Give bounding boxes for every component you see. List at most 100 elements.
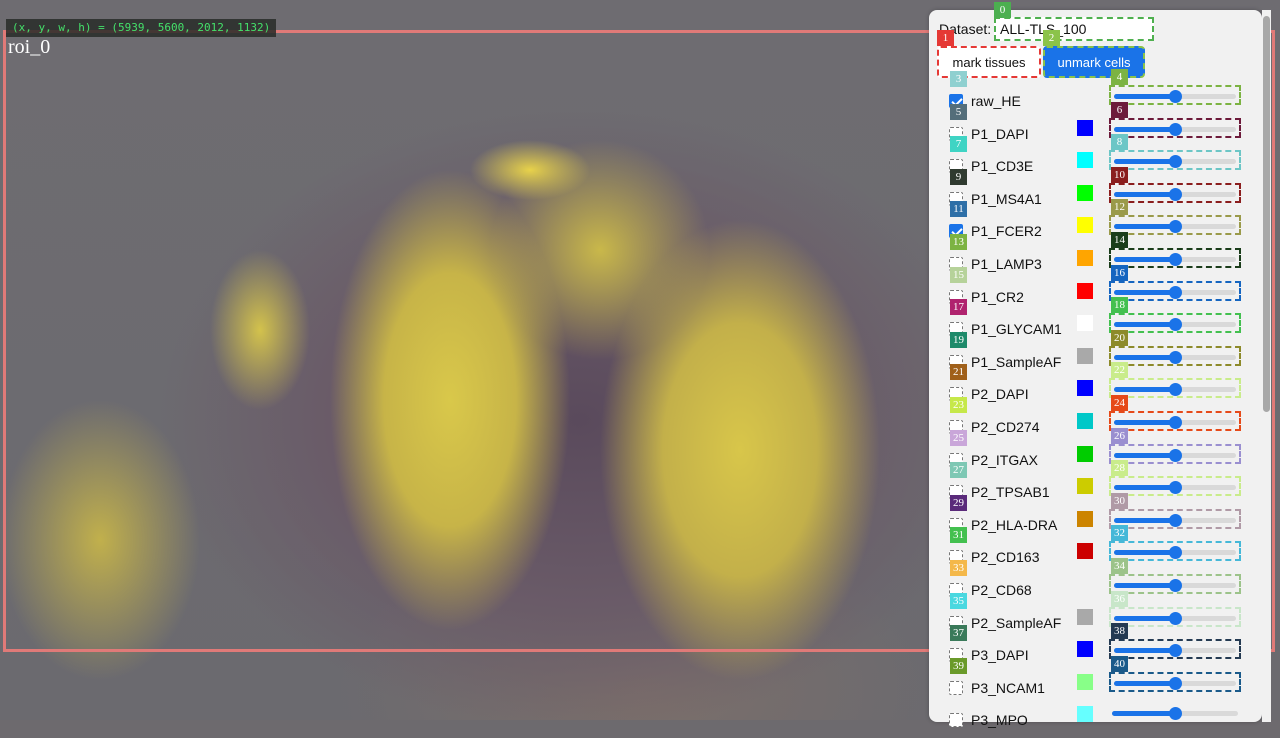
element-index-badge: 34 (1111, 558, 1128, 574)
channel-intensity-slider[interactable] (1109, 85, 1241, 105)
slider-thumb[interactable] (1169, 253, 1182, 266)
slider-thumb[interactable] (1169, 220, 1182, 233)
channel-color-swatch[interactable] (1077, 674, 1093, 690)
slider-thumb[interactable] (1169, 318, 1182, 331)
slider-thumb[interactable] (1169, 707, 1182, 720)
channel-intensity-slider[interactable] (1109, 150, 1241, 170)
slider-thumb[interactable] (1169, 579, 1182, 592)
channel-color-swatch[interactable] (1077, 315, 1093, 331)
channel-intensity-slider[interactable] (1109, 346, 1241, 366)
channel-intensity-slider[interactable] (1109, 183, 1241, 203)
element-index-badge: 19 (950, 332, 967, 348)
channel-color-swatch[interactable] (1077, 641, 1093, 657)
element-index-badge: 32 (1111, 525, 1128, 541)
slider-thumb[interactable] (1169, 449, 1182, 462)
channel-intensity-slider[interactable] (1109, 509, 1241, 529)
channel-intensity-slider[interactable] (1109, 607, 1241, 627)
channel-intensity-slider[interactable] (1109, 704, 1241, 724)
channel-intensity-slider[interactable] (1109, 411, 1241, 431)
channel-label: P2_ITGAX (971, 452, 1038, 468)
channel-intensity-slider[interactable] (1109, 574, 1241, 594)
channel-color-swatch[interactable] (1077, 217, 1093, 233)
channel-color-swatch[interactable] (1077, 446, 1093, 462)
slider-thumb[interactable] (1169, 481, 1182, 494)
element-index-badge: 28 (1111, 460, 1128, 476)
channel-intensity-slider[interactable] (1109, 313, 1241, 333)
element-index-badge: 14 (1111, 232, 1128, 248)
channel-intensity-slider[interactable] (1109, 248, 1241, 268)
channel-intensity-slider[interactable] (1109, 118, 1241, 138)
element-index-badge: 17 (950, 299, 967, 315)
channel-row: P1_GLYCAM1 (948, 313, 1248, 347)
channel-row: P2_DAPI (948, 378, 1248, 412)
channel-intensity-slider[interactable] (1109, 281, 1241, 301)
channel-color-swatch[interactable] (1077, 478, 1093, 494)
slider-thumb[interactable] (1169, 546, 1182, 559)
channel-color-swatch[interactable] (1077, 609, 1093, 625)
element-index-badge: 10 (1111, 167, 1128, 183)
channel-row: P2_ITGAX (948, 444, 1248, 478)
channel-color-swatch[interactable] (1077, 120, 1093, 136)
channel-color-swatch[interactable] (1077, 511, 1093, 527)
unmark-cells-button[interactable]: unmark cells (1043, 46, 1145, 78)
element-index-badge: 22 (1111, 362, 1128, 378)
element-index-badge: 31 (950, 527, 967, 543)
channel-row: P1_CD3E (948, 150, 1248, 184)
element-index-badge: 38 (1111, 623, 1128, 639)
slider-thumb[interactable] (1169, 155, 1182, 168)
slider-thumb[interactable] (1169, 286, 1182, 299)
channel-row: P1_FCER2 (948, 215, 1248, 249)
element-index-badge: 33 (950, 560, 967, 576)
element-index-badge: 24 (1111, 395, 1128, 411)
slider-thumb[interactable] (1169, 123, 1182, 136)
channel-label: P3_NCAM1 (971, 680, 1045, 696)
slider-thumb[interactable] (1169, 351, 1182, 364)
channel-intensity-slider[interactable] (1109, 639, 1241, 659)
channel-intensity-slider[interactable] (1109, 444, 1241, 464)
channel-intensity-slider[interactable] (1109, 541, 1241, 561)
slider-thumb[interactable] (1169, 416, 1182, 429)
element-index-badge: 11 (950, 201, 967, 217)
slider-thumb[interactable] (1169, 514, 1182, 527)
channel-label: P1_FCER2 (971, 223, 1042, 239)
dataset-input[interactable] (994, 17, 1154, 41)
element-index-badge: 21 (950, 364, 967, 380)
element-index-badge: 20 (1111, 330, 1128, 346)
channel-color-swatch[interactable] (1077, 348, 1093, 364)
slider-thumb[interactable] (1169, 644, 1182, 657)
channel-row: P1_LAMP3 (948, 248, 1248, 282)
channel-intensity-slider[interactable] (1109, 215, 1241, 235)
channel-label: P1_CD3E (971, 158, 1034, 174)
panel-scrollbar-thumb[interactable] (1263, 16, 1270, 412)
channel-intensity-slider[interactable] (1109, 378, 1241, 398)
element-index-badge: 40 (1111, 656, 1128, 672)
channel-color-swatch[interactable] (1077, 413, 1093, 429)
channel-checkbox[interactable] (949, 713, 963, 727)
slider-thumb[interactable] (1169, 188, 1182, 201)
channel-row: P3_NCAM1 (948, 672, 1248, 706)
channel-intensity-slider[interactable] (1109, 672, 1241, 692)
channel-color-swatch[interactable] (1077, 152, 1093, 168)
channel-row: P2_CD163 (948, 541, 1248, 575)
channel-color-swatch[interactable] (1077, 250, 1093, 266)
element-index-badge: 3 (950, 71, 967, 87)
channel-intensity-slider[interactable] (1109, 476, 1241, 496)
channel-color-swatch[interactable] (1077, 283, 1093, 299)
slider-thumb[interactable] (1169, 677, 1182, 690)
channel-row: P2_TPSAB1 (948, 476, 1248, 510)
channel-color-swatch[interactable] (1077, 543, 1093, 559)
slider-thumb[interactable] (1169, 90, 1182, 103)
slider-thumb[interactable] (1169, 612, 1182, 625)
element-index-badge: 2 (1043, 30, 1060, 46)
slider-thumb[interactable] (1169, 383, 1182, 396)
channel-color-swatch[interactable] (1077, 185, 1093, 201)
channel-label: P2_CD163 (971, 549, 1040, 565)
channel-row: raw_HE (948, 85, 1248, 119)
element-index-badge: 36 (1111, 591, 1128, 607)
element-index-badge: 23 (950, 397, 967, 413)
roi-coordinates: (x, y, w, h) = (5939, 5600, 2012, 1132) (6, 19, 277, 37)
channel-label: P2_TPSAB1 (971, 484, 1050, 500)
channel-color-swatch[interactable] (1077, 380, 1093, 396)
channel-label: P1_LAMP3 (971, 256, 1042, 272)
channel-checkbox[interactable] (949, 681, 963, 695)
